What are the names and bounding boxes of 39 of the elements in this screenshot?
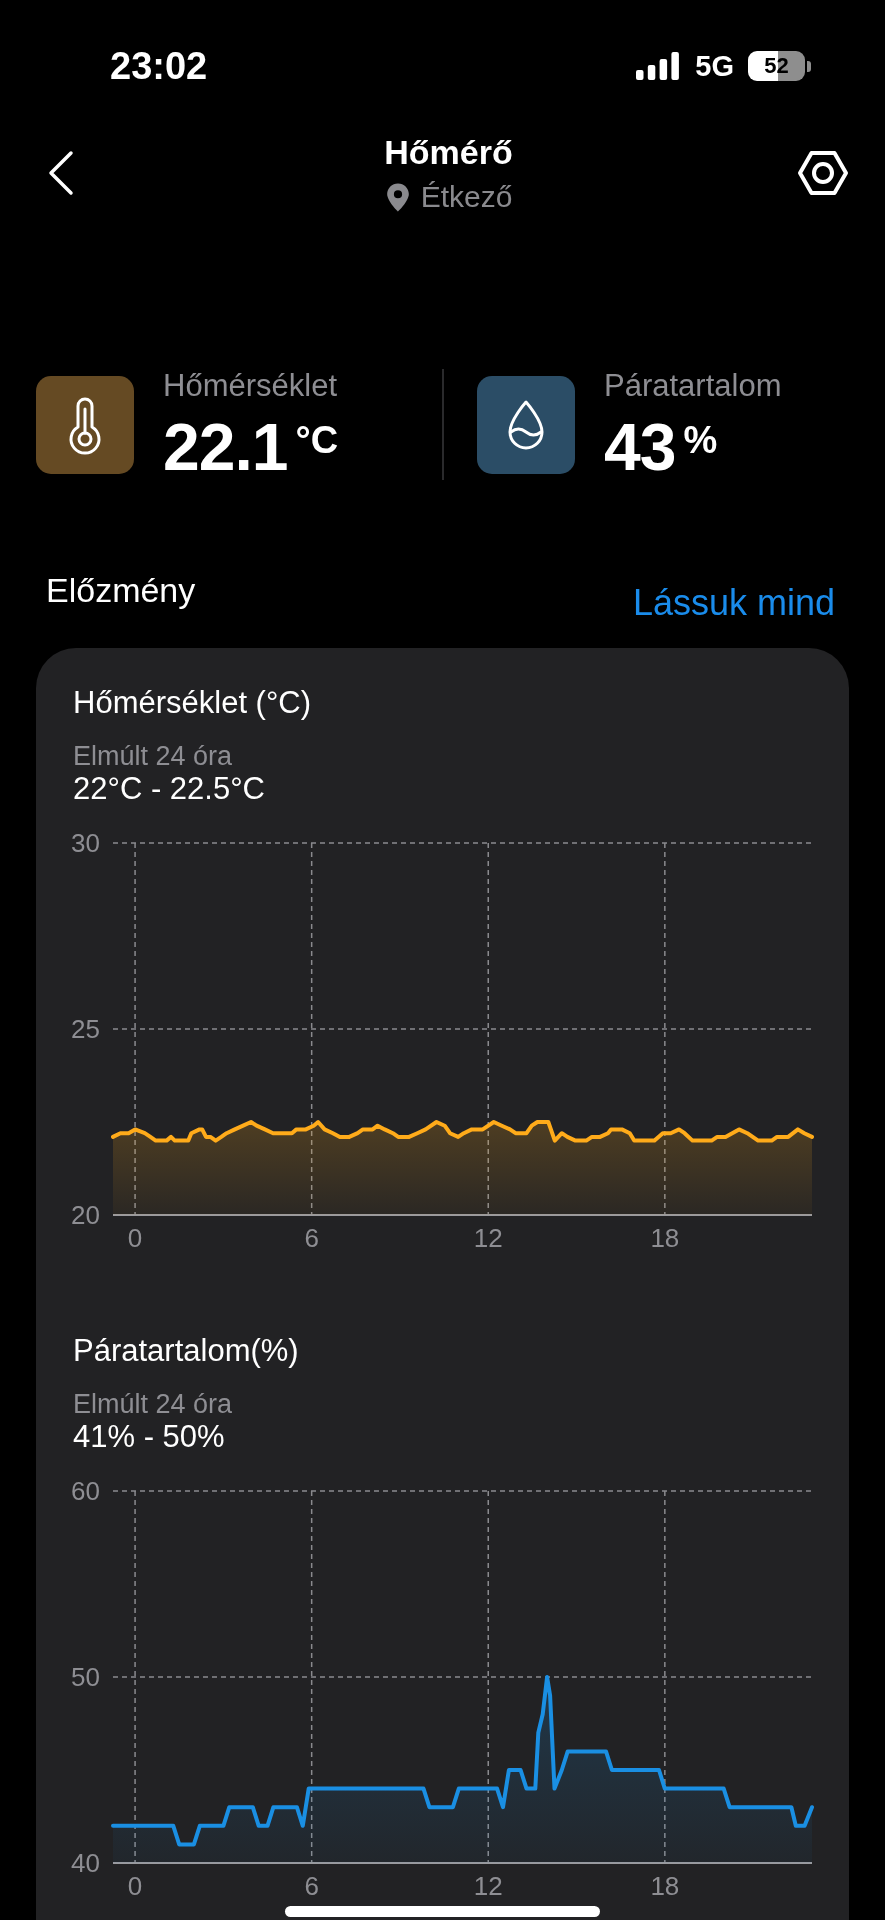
x-axis-label: 12 bbox=[473, 1223, 503, 1253]
period-label: Elmúlt 24 óra bbox=[72, 741, 234, 771]
chart-title: Hőmérséklet (°C) bbox=[72, 684, 313, 722]
metric-unit: °C bbox=[295, 421, 339, 459]
metric-value: 43 bbox=[604, 414, 676, 480]
x-axis-label: 18 bbox=[650, 1871, 680, 1901]
chevron-left-icon bbox=[48, 150, 74, 196]
x-axis-label: 12 bbox=[473, 1871, 503, 1901]
y-axis-label: 50 bbox=[71, 1662, 100, 1692]
range-value: 22°C - 22.5°C bbox=[72, 771, 266, 807]
y-axis-label: 20 bbox=[71, 1200, 100, 1230]
network-label: 5G bbox=[695, 49, 734, 83]
settings-icon bbox=[797, 149, 849, 197]
chart-title: Páratartalom(%) bbox=[72, 1332, 300, 1370]
y-axis-label: 25 bbox=[71, 1014, 100, 1044]
x-axis-label: 0 bbox=[127, 1871, 143, 1901]
metric-value: 22.1 bbox=[163, 414, 288, 480]
device-title: Hőmérő bbox=[384, 132, 513, 172]
signal-icon bbox=[636, 52, 680, 80]
location-label: Étkező bbox=[420, 180, 513, 214]
y-axis-label: 60 bbox=[71, 1476, 100, 1506]
y-axis-label: 30 bbox=[71, 828, 100, 858]
see-all-link[interactable]: Lássuk mind bbox=[632, 581, 835, 625]
status-time: 23:02 bbox=[110, 44, 208, 88]
metric-unit: % bbox=[683, 421, 718, 459]
battery-indicator: 52 bbox=[748, 51, 811, 81]
range-value: 41% - 50% bbox=[72, 1419, 226, 1455]
location-pin-icon bbox=[384, 181, 411, 213]
x-axis-label: 0 bbox=[127, 1223, 143, 1253]
settings-button[interactable] bbox=[797, 149, 849, 197]
section-title: Előzmény bbox=[46, 570, 196, 611]
x-axis-label: 18 bbox=[650, 1223, 680, 1253]
metric-label: Páratartalom bbox=[604, 369, 782, 403]
x-axis-label: 6 bbox=[304, 1871, 319, 1901]
x-axis-label: 6 bbox=[304, 1223, 319, 1253]
y-axis-label: 40 bbox=[71, 1848, 100, 1878]
period-label: Elmúlt 24 óra bbox=[72, 1389, 234, 1419]
back-button[interactable] bbox=[48, 150, 74, 196]
metric-label: Hőmérséklet bbox=[163, 369, 338, 403]
